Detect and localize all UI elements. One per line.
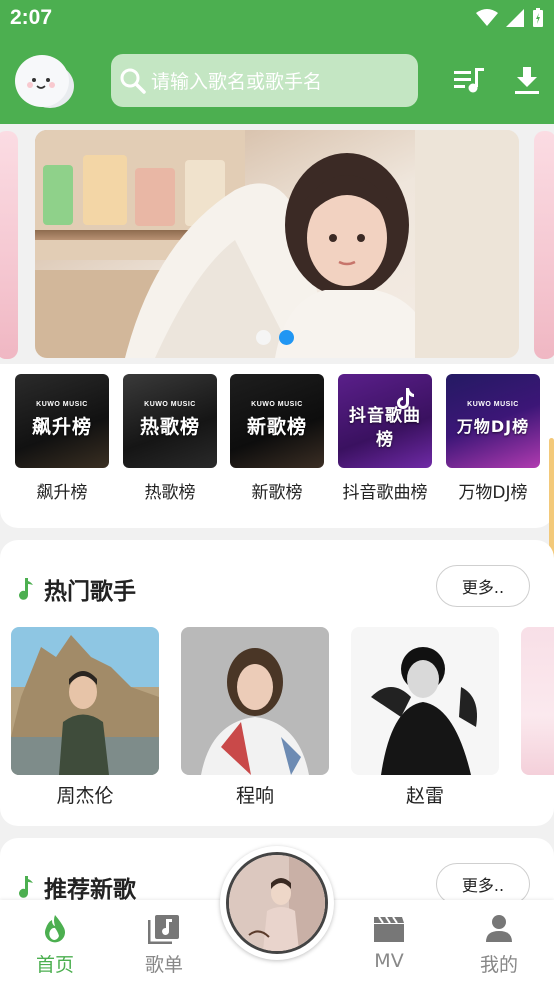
- rank-dj[interactable]: KUWO MUSIC 万物DJ榜 万物DJ榜: [446, 374, 540, 503]
- singer-card[interactable]: 程响: [181, 627, 329, 808]
- banner-next-slide[interactable]: [534, 131, 554, 359]
- singer-name: 赵雷: [405, 785, 444, 807]
- singer-name: 程响: [235, 785, 274, 807]
- singer-name: 周杰伦: [56, 785, 114, 807]
- egg-mascot-icon: [15, 55, 74, 108]
- now-playing-cover: [226, 852, 328, 954]
- nav-mv[interactable]: MV: [349, 914, 429, 972]
- banner-slide[interactable]: [35, 130, 519, 358]
- profile-icon: [486, 915, 512, 942]
- rank-cover-title: 热歌榜: [139, 415, 200, 438]
- rank-new[interactable]: KUWO MUSIC 新歌榜 新歌榜: [230, 374, 324, 503]
- wifi-icon: [476, 9, 498, 26]
- home-flame-icon: [45, 915, 65, 943]
- status-time: 2:07: [10, 6, 53, 29]
- singer-card[interactable]: 赵雷: [351, 627, 499, 808]
- rank-cover-title: 万物DJ榜: [456, 417, 530, 436]
- search-placeholder: 请输入歌名或歌手名: [151, 71, 323, 93]
- rank-cover: 抖音歌曲榜: [338, 374, 432, 468]
- rankings-card: KUWO MUSIC 飙升榜 飙升榜 KUWO MUSIC 热歌榜 热歌榜 KU…: [0, 364, 554, 528]
- rank-cover: KUWO MUSIC 万物DJ榜: [446, 374, 540, 468]
- rank-cover-title: 新歌榜: [246, 415, 307, 438]
- nav-label: 首页: [35, 954, 74, 976]
- banner-pagination: [256, 330, 294, 345]
- rank-brand: KUWO MUSIC: [251, 401, 303, 408]
- download-button[interactable]: [511, 66, 543, 96]
- rank-hot[interactable]: KUWO MUSIC 热歌榜 热歌榜: [123, 374, 217, 503]
- nav-label: 我的: [479, 954, 518, 976]
- banner-image: [35, 130, 519, 358]
- section-title: 热门歌手: [44, 579, 136, 605]
- singer-photo: [521, 627, 554, 775]
- rank-brand: KUWO MUSIC: [144, 401, 196, 408]
- signal-icon: [506, 9, 524, 27]
- rank-soaring[interactable]: KUWO MUSIC 飙升榜 飙升榜: [15, 374, 109, 503]
- banner-prev-slide[interactable]: [0, 131, 18, 359]
- singer-card[interactable]: 周杰伦: [11, 627, 159, 808]
- nav-label: MV: [374, 950, 404, 972]
- singer-photo: [351, 627, 499, 775]
- singer-card-partial[interactable]: [521, 627, 554, 775]
- rank-cover: KUWO MUSIC 热歌榜: [123, 374, 217, 468]
- rank-douyin[interactable]: 抖音歌曲榜 抖音歌曲榜: [338, 374, 432, 503]
- section-header: 热门歌手: [18, 572, 136, 606]
- banner-dot[interactable]: [256, 330, 271, 345]
- rank-label: 新歌榜: [251, 483, 303, 503]
- playlist-icon: [147, 915, 179, 945]
- rank-cover-title: 抖音歌曲榜: [349, 406, 421, 450]
- status-bar: 2:07: [0, 0, 554, 38]
- section-header: 推荐新歌: [18, 870, 136, 904]
- rank-cover-title: 飙升榜: [31, 415, 92, 438]
- download-icon: [515, 67, 539, 94]
- nav-home[interactable]: 首页: [15, 914, 95, 977]
- search-icon: [120, 68, 146, 94]
- nav-playlist[interactable]: 歌单: [124, 914, 204, 977]
- battery-icon: [533, 8, 543, 27]
- status-icons: [476, 8, 544, 28]
- section-title: 推荐新歌: [44, 877, 136, 903]
- singer-photo: [11, 627, 159, 775]
- music-note-icon: [19, 578, 33, 600]
- app-header: 请输入歌名或歌手名: [0, 38, 554, 124]
- hot-singers-section: 热门歌手 更多.. 周杰伦 程响 赵雷: [0, 540, 554, 826]
- rank-cover: KUWO MUSIC 飙升榜: [15, 374, 109, 468]
- rank-brand: KUWO MUSIC: [36, 401, 88, 408]
- app-logo[interactable]: [14, 50, 76, 112]
- rank-brand: KUWO MUSIC: [467, 401, 519, 408]
- playlist-queue-button[interactable]: [454, 66, 486, 96]
- nav-profile[interactable]: 我的: [459, 914, 539, 977]
- rank-label: 热歌榜: [144, 483, 196, 503]
- songs-more-button[interactable]: 更多..: [436, 863, 530, 905]
- music-note-icon: [19, 876, 33, 898]
- rank-label: 抖音歌曲榜: [342, 483, 428, 503]
- singer-photo: [181, 627, 329, 775]
- nav-label: 歌单: [144, 954, 183, 976]
- rank-label: 万物DJ榜: [458, 483, 528, 503]
- search-input[interactable]: 请输入歌名或歌手名: [111, 54, 418, 107]
- rank-cover: KUWO MUSIC 新歌榜: [230, 374, 324, 468]
- now-playing-disc[interactable]: [220, 846, 334, 960]
- banner-carousel[interactable]: [0, 124, 554, 368]
- mv-icon: [374, 916, 404, 942]
- singers-more-button[interactable]: 更多..: [436, 565, 530, 607]
- banner-dot-active[interactable]: [279, 330, 294, 345]
- rank-label: 飙升榜: [36, 483, 88, 503]
- tiktok-note-icon: [397, 388, 414, 409]
- queue-music-icon: [454, 68, 484, 93]
